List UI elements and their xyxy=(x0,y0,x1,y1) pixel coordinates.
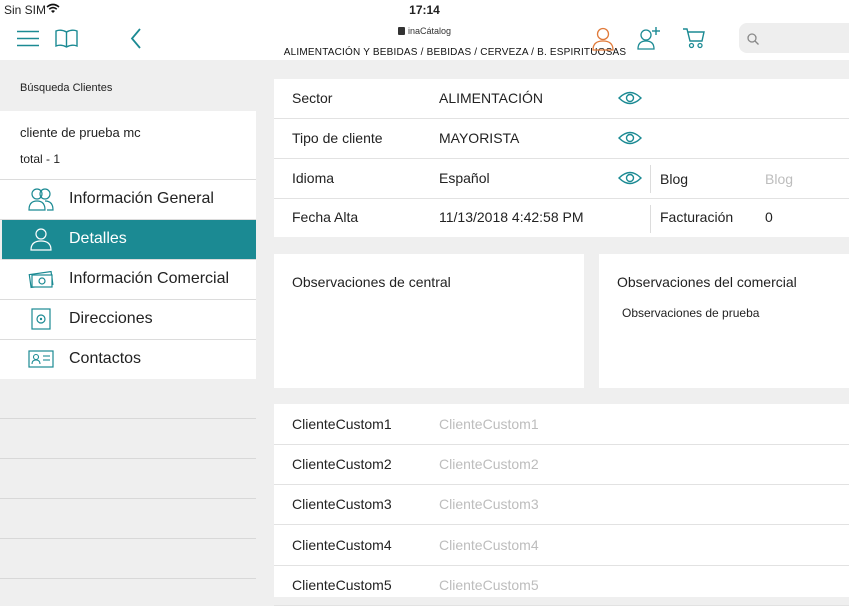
navigation-bar: inaCátalog ALIMENTACIÓN Y BEBIDAS / BEBI… xyxy=(0,20,849,60)
custom-field-row[interactable]: ClienteCustom1 ClienteCustom1 xyxy=(274,404,849,445)
field-label: ClienteCustom1 xyxy=(292,416,392,432)
sidebar-item-direcciones[interactable]: Direcciones xyxy=(0,300,256,340)
field-label: ClienteCustom5 xyxy=(292,577,392,593)
sidebar-item-informacion-general[interactable]: Información General xyxy=(0,180,256,220)
field-label: Idioma xyxy=(292,170,335,186)
field-label: Facturación xyxy=(660,209,734,225)
search-icon xyxy=(747,33,759,45)
client-name: cliente de prueba mc xyxy=(20,125,141,140)
sidebar-item-informacion-comercial[interactable]: Información Comercial xyxy=(0,260,256,300)
breadcrumb: ALIMENTACIÓN Y BEBIDAS / BEBIDAS / CERVE… xyxy=(283,47,627,58)
money-icon xyxy=(28,270,54,289)
cart-icon[interactable] xyxy=(682,27,706,49)
add-user-icon[interactable] xyxy=(637,26,661,50)
observaciones-central-card[interactable]: Observaciones de central xyxy=(274,254,584,388)
field-row-tipo-cliente: Tipo de cliente MAYORISTA xyxy=(274,119,849,159)
field-label: Fecha Alta xyxy=(292,209,359,225)
field-row-idioma: Idioma Español Blog Blog xyxy=(274,159,849,199)
empty-row xyxy=(0,459,256,499)
sidebar-title: Búsqueda Clientes xyxy=(20,82,113,94)
custom-field-row[interactable]: ClienteCustom3 ClienteCustom3 xyxy=(274,484,849,525)
empty-row xyxy=(0,419,256,459)
client-total: total - 1 xyxy=(20,152,61,166)
field-label: ClienteCustom2 xyxy=(292,456,392,472)
obs-text: Observaciones de prueba xyxy=(622,306,760,320)
eye-icon[interactable] xyxy=(618,169,642,187)
status-bar: Sin SIM 17:14 xyxy=(0,0,849,20)
sidebar-item-label: Direcciones xyxy=(69,310,153,327)
field-placeholder: ClienteCustom5 xyxy=(439,577,539,593)
sidebar: Búsqueda Clientes cliente de prueba mc t… xyxy=(0,60,256,597)
custom-field-row[interactable]: ClienteCustom4 ClienteCustom4 xyxy=(274,525,849,566)
user-icon xyxy=(30,228,52,251)
field-row-sector: Sector ALIMENTACIÓN xyxy=(274,79,849,119)
field-value: Español xyxy=(439,170,490,186)
eye-icon[interactable] xyxy=(618,89,642,107)
column-divider xyxy=(650,205,651,233)
obs-title: Observaciones del comercial xyxy=(617,274,797,290)
sidebar-item-label: Detalles xyxy=(69,230,127,247)
app-brand: inaCátalog xyxy=(0,26,849,36)
contact-card-icon xyxy=(28,350,54,368)
obs-title: Observaciones de central xyxy=(292,274,451,290)
field-row-fecha-alta: Fecha Alta 11/13/2018 4:42:58 PM Factura… xyxy=(274,199,849,238)
custom-field-row[interactable]: ClienteCustom2 ClienteCustom2 xyxy=(274,444,849,485)
users-icon xyxy=(28,188,54,211)
search-input[interactable] xyxy=(739,23,849,53)
field-label: ClienteCustom4 xyxy=(292,537,392,553)
field-label: Blog xyxy=(660,171,689,187)
clock: 17:14 xyxy=(409,3,440,17)
field-value: 11/13/2018 4:42:58 PM xyxy=(439,209,584,225)
column-divider xyxy=(650,165,651,193)
field-placeholder: ClienteCustom4 xyxy=(439,537,539,553)
field-placeholder: ClienteCustom2 xyxy=(439,456,539,472)
eye-icon[interactable] xyxy=(618,129,642,147)
field-label: ClienteCustom3 xyxy=(292,496,392,512)
sidebar-item-label: Contactos xyxy=(69,350,142,367)
client-summary[interactable]: cliente de prueba mc total - 1 xyxy=(0,111,256,180)
field-label: Tipo de cliente xyxy=(292,130,383,146)
sidebar-item-label: Información General xyxy=(69,190,214,207)
safe-icon xyxy=(31,308,51,330)
field-value: MAYORISTA xyxy=(439,130,520,146)
field-value: 0 xyxy=(765,209,773,225)
empty-row xyxy=(0,499,256,539)
blog-field[interactable]: Blog xyxy=(765,171,793,187)
field-placeholder: ClienteCustom1 xyxy=(439,416,539,432)
custom-field-row[interactable]: ClienteCustom5 ClienteCustom5 xyxy=(274,565,849,606)
sidebar-item-detalles[interactable]: Detalles xyxy=(2,220,256,260)
field-value: ALIMENTACIÓN xyxy=(439,90,543,106)
empty-row xyxy=(0,539,256,579)
field-placeholder: ClienteCustom3 xyxy=(439,496,539,512)
field-label: Sector xyxy=(292,90,333,106)
empty-row xyxy=(0,379,256,419)
observaciones-comercial-card[interactable]: Observaciones del comercial Observacione… xyxy=(599,254,849,388)
brand-label: inaCátalog xyxy=(407,26,452,36)
sidebar-item-contactos[interactable]: Contactos xyxy=(0,340,256,380)
details-card: Sector ALIMENTACIÓN Tipo de cliente MAYO… xyxy=(274,79,849,237)
custom-fields-card: ClienteCustom1 ClienteCustom1 ClienteCus… xyxy=(274,404,849,606)
sidebar-item-label: Información Comercial xyxy=(69,270,230,287)
user-icon[interactable] xyxy=(592,27,614,51)
brand-logo-icon xyxy=(397,27,405,35)
